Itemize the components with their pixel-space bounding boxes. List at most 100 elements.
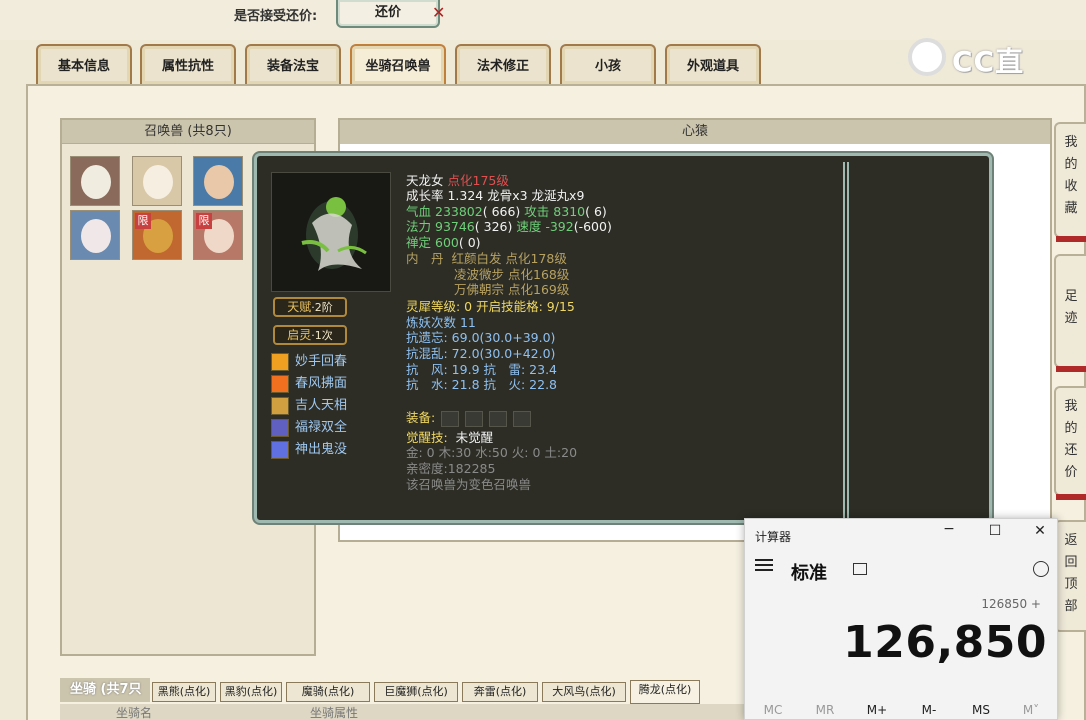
qiling-label: 启灵 xyxy=(287,328,312,342)
neidan-line-3: 万佛朝宗 点化169级 xyxy=(454,282,569,298)
summon-avatar[interactable] xyxy=(70,210,120,260)
tab-mount-summon[interactable]: 坐骑召唤兽 xyxy=(350,44,446,84)
side-tab-marker xyxy=(1056,494,1086,500)
side-tab-back-to-top[interactable]: 返回顶部 xyxy=(1054,520,1086,632)
side-tab-favorites[interactable]: 我的收藏 xyxy=(1054,122,1086,242)
mount-tab[interactable]: 腾龙(点化) xyxy=(630,680,700,704)
pet-level: 点化175级 xyxy=(447,173,509,188)
atk-value: 8310 xyxy=(553,204,586,219)
resist-wind-thunder-line: 抗 风: 19.9 抗 雷: 23.4 xyxy=(406,362,558,377)
skill-name: 吉人天相 xyxy=(295,398,348,413)
hp-value: 233802 xyxy=(435,204,483,219)
hamburger-menu-icon[interactable] xyxy=(755,559,773,573)
close-icon[interactable]: ✕ xyxy=(432,3,445,22)
side-tab-my-bargain[interactable]: 我的还价 xyxy=(1054,386,1086,500)
tab-equipment[interactable]: 装备法宝 xyxy=(245,44,341,84)
close-icon[interactable]: ✕ xyxy=(1028,523,1052,539)
side-tab-marker xyxy=(1056,366,1086,372)
summon-avatar[interactable] xyxy=(193,156,243,206)
awaken-line: 觉醒技: 未觉醒 xyxy=(406,430,493,446)
pet-portrait xyxy=(271,172,391,292)
lingxi-line: 灵犀等级: 0 开启技能格: 9/15 xyxy=(406,299,575,314)
tooltip-divider xyxy=(843,162,849,518)
neidan-level: 点化169级 xyxy=(508,282,570,297)
history-icon[interactable] xyxy=(1033,561,1049,577)
mount-tab[interactable]: 大风鸟(点化) xyxy=(542,682,626,702)
tab-basic-info[interactable]: 基本信息 xyxy=(36,44,132,84)
heart-panel-title: 心猿 xyxy=(340,120,1050,144)
keep-on-top-icon[interactable] xyxy=(853,563,867,575)
equip-slot[interactable] xyxy=(465,410,484,427)
side-tab-label: 我的还价 xyxy=(1064,399,1078,480)
mount-tab[interactable]: 黑豹(点化) xyxy=(220,682,282,702)
resist-confuse-line: 抗混乱: 72.0(30.0+42.0) xyxy=(406,346,556,361)
m-plus-button[interactable]: M+ xyxy=(857,703,897,717)
memory-list-button[interactable]: M˅ xyxy=(1011,703,1051,717)
lianyao-line: 炼妖次数 11 xyxy=(406,315,476,330)
mount-title: 坐骑 (共7只 xyxy=(60,678,150,702)
equip-slot[interactable] xyxy=(513,410,532,427)
neidan-label: 内 丹 xyxy=(406,251,444,266)
mount-tab[interactable]: 巨魔狮(点化) xyxy=(374,682,458,702)
logo-icon xyxy=(908,38,946,76)
mount-tab[interactable]: 魔骑(点化) xyxy=(286,682,370,702)
mp-extra: ( 326) xyxy=(474,219,513,234)
atk-label: 攻击 xyxy=(524,204,550,219)
hp-label: 气血 xyxy=(406,204,432,219)
side-tab-footprint[interactable]: 足迹 xyxy=(1054,254,1086,372)
qiling-count: 1次 xyxy=(314,329,333,342)
tab-appearance[interactable]: 外观道具 xyxy=(665,44,761,84)
side-tab-label: 返回顶部 xyxy=(1064,533,1078,614)
calculator-window: 计算器 − ☐ ✕ 标准 126850 + 126,850 MC MR M+ M… xyxy=(744,518,1058,720)
equip-slot[interactable] xyxy=(441,410,460,427)
tab-attributes[interactable]: 属性抗性 xyxy=(140,44,236,84)
neidan-level: 点化168级 xyxy=(508,267,570,282)
mount-tab[interactable]: 黑熊(点化) xyxy=(152,682,216,702)
spd-value: -392 xyxy=(545,219,574,234)
calculator-expression: 126850 + xyxy=(981,597,1041,611)
equip-label: 装备: xyxy=(406,410,436,425)
bargain-label: 是否接受还价: xyxy=(234,9,318,24)
maximize-icon[interactable]: ☐ xyxy=(983,523,1007,539)
summon-avatar[interactable]: 限 xyxy=(132,210,182,260)
skill-icon xyxy=(271,353,289,371)
awaken-value: 未觉醒 xyxy=(455,430,494,445)
summon-avatar[interactable] xyxy=(70,156,120,206)
skill-icon xyxy=(271,375,289,393)
tab-child[interactable]: 小孩 xyxy=(560,44,656,84)
mount-tab[interactable]: 奔雷(点化) xyxy=(462,682,538,702)
mount-table-header: 坐骑名 坐骑属性 xyxy=(60,704,750,720)
calculator-mode: 标准 xyxy=(791,563,827,584)
neidan-name: 凌波微步 xyxy=(454,267,505,282)
qiling-badge: 启灵·1次 xyxy=(273,325,347,345)
tab-spell-correction[interactable]: 法术修正 xyxy=(455,44,551,84)
zen-label: 禅定 xyxy=(406,235,432,250)
mr-button[interactable]: MR xyxy=(805,703,845,717)
skill-name: 春风拂面 xyxy=(295,376,348,391)
zen-extra: ( 0) xyxy=(458,235,481,250)
calculator-title: 计算器 xyxy=(755,530,792,544)
summon-avatar[interactable]: 限 xyxy=(193,210,243,260)
skill-icon xyxy=(271,397,289,415)
equip-line: 装备: xyxy=(406,410,532,427)
neidan-name: 万佛朝宗 xyxy=(454,282,505,297)
neidan-name: 红颜白发 xyxy=(451,251,502,266)
mc-button[interactable]: MC xyxy=(753,703,793,717)
mp-label: 法力 xyxy=(406,219,432,234)
resist-water-fire-line: 抗 水: 21.8 抗 火: 22.8 xyxy=(406,377,558,392)
color-change-note: 该召唤兽为变色召唤兽 xyxy=(406,477,532,492)
pet-detail-tooltip: 天赋·2阶 启灵·1次 妙手回春 春风拂面 吉人天相 福禄双全 神出鬼没 天龙女… xyxy=(254,153,992,523)
elements-line: 金: 0 木:30 水:50 火: 0 土:20 xyxy=(406,445,578,460)
ms-button[interactable]: MS xyxy=(961,703,1001,717)
limited-badge: 限 xyxy=(196,213,212,229)
spd-extra: (-600) xyxy=(573,219,612,234)
summon-avatar[interactable] xyxy=(132,156,182,206)
summon-panel-title: 召唤兽 (共8只) xyxy=(62,120,314,144)
equip-slot[interactable] xyxy=(489,410,508,427)
minimize-icon[interactable]: − xyxy=(937,521,961,537)
bargain-button[interactable]: 还价 xyxy=(336,0,440,28)
neidan-line-2: 凌波微步 点化168级 xyxy=(454,267,569,283)
skill-name: 神出鬼没 xyxy=(295,442,348,457)
m-minus-button[interactable]: M- xyxy=(909,703,949,717)
pet-name-line: 天龙女 点化175级 xyxy=(406,173,509,189)
